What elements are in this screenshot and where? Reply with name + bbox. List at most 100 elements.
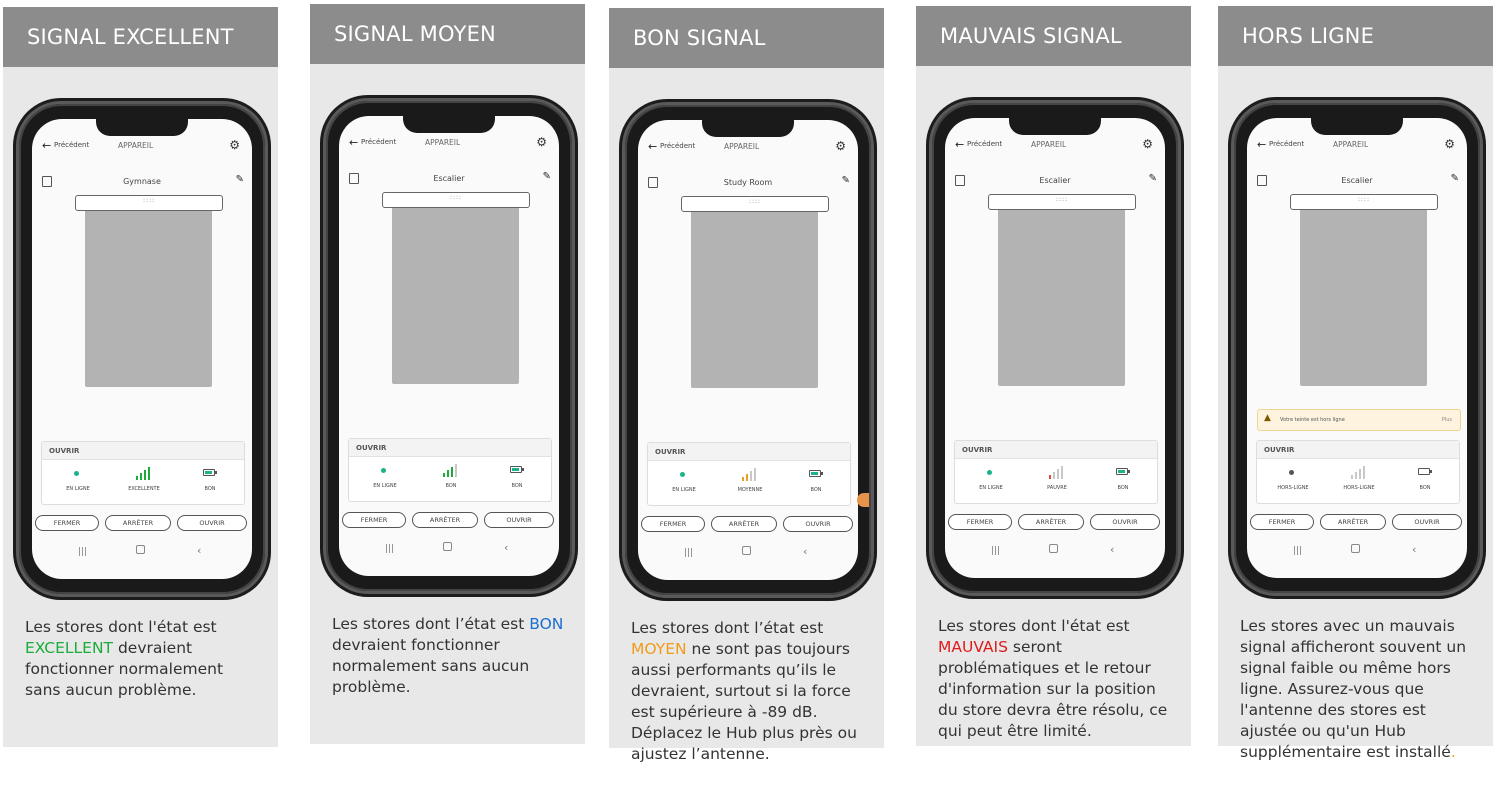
back-button-label[interactable]: Précédent	[967, 140, 1002, 148]
battery-icon	[510, 466, 524, 473]
back-arrow-icon[interactable]: ←	[42, 139, 51, 152]
stop-button[interactable]: ARRÊTER	[711, 516, 777, 532]
home-icon[interactable]	[1049, 544, 1058, 553]
back-arrow-icon[interactable]: ←	[349, 136, 358, 149]
shade-preview[interactable]	[1300, 210, 1427, 386]
gear-icon[interactable]: ⚙	[229, 138, 240, 152]
open-button[interactable]: OUVRIR	[484, 512, 554, 528]
app-header: ← Précédent APPAREIL ⚙	[339, 134, 559, 154]
open-button[interactable]: OUVRIR	[783, 516, 853, 532]
close-button[interactable]: FERMER	[948, 514, 1012, 530]
room-name: Gymnase	[123, 177, 161, 186]
signal-bar	[742, 477, 744, 481]
home-icon[interactable]	[136, 545, 145, 554]
back-arrow-icon[interactable]: ←	[648, 140, 657, 153]
close-button[interactable]: FERMER	[641, 516, 705, 532]
status-panel: OUVRIR EN LIGNE BON BON	[348, 438, 552, 502]
gear-icon[interactable]: ⚙	[1142, 137, 1153, 151]
description-text-end: devraient fonctionner normalement sans a…	[332, 636, 530, 696]
back-button-label[interactable]: Précédent	[361, 138, 396, 146]
connection-label: EN LIGNE	[66, 486, 90, 492]
back-arrow-icon[interactable]: ←	[1257, 138, 1266, 151]
home-icon[interactable]	[443, 542, 452, 551]
back-nav-icon[interactable]: ‹	[504, 541, 508, 554]
room-name: Escalier	[1039, 176, 1071, 185]
recent-apps-icon[interactable]: |||	[1293, 546, 1302, 556]
back-button-label[interactable]: Précédent	[54, 141, 89, 149]
gear-icon[interactable]: ⚙	[1444, 137, 1455, 151]
shade-preview[interactable]	[998, 210, 1125, 386]
close-button[interactable]: FERMER	[1250, 514, 1314, 530]
stop-button[interactable]: ARRÊTER	[412, 512, 478, 528]
signal-bar	[1351, 475, 1353, 479]
back-nav-icon[interactable]: ‹	[197, 544, 201, 557]
back-button-label[interactable]: Précédent	[1269, 140, 1304, 148]
back-nav-icon[interactable]: ‹	[1110, 543, 1114, 556]
signal-bar	[754, 468, 756, 481]
pencil-icon[interactable]: ✎	[1451, 173, 1459, 184]
control-buttons: FERMER ARRÊTER OUVRIR	[342, 512, 556, 528]
connection-dot-icon	[1289, 470, 1294, 475]
recent-apps-icon[interactable]: |||	[385, 544, 394, 554]
back-nav-icon[interactable]: ‹	[803, 545, 807, 558]
signal-bar	[1057, 469, 1059, 479]
pencil-icon[interactable]: ✎	[842, 175, 850, 186]
open-button[interactable]: OUVRIR	[1090, 514, 1160, 530]
room-name: Study Room	[723, 178, 773, 187]
back-button-label[interactable]: Précédent	[660, 142, 695, 150]
gear-icon[interactable]: ⚙	[835, 139, 846, 153]
signal-bar	[144, 470, 146, 480]
status-highlight: MAUVAIS	[938, 638, 1008, 656]
description-text: Les stores dont l’état est	[332, 615, 530, 633]
recent-apps-icon[interactable]: |||	[78, 547, 87, 557]
android-nav-bar: ||| ‹	[945, 543, 1165, 563]
floating-side-button[interactable]	[857, 493, 869, 507]
phone-notch	[403, 116, 495, 133]
card-description: Les stores dont l'état est MAUVAIS seron…	[938, 616, 1173, 742]
home-icon[interactable]	[742, 546, 751, 555]
control-buttons: FERMER ARRÊTER OUVRIR	[641, 516, 855, 532]
stop-button[interactable]: ARRÊTER	[1320, 514, 1386, 530]
shade-preview[interactable]	[392, 208, 519, 384]
back-arrow-icon[interactable]: ←	[955, 138, 964, 151]
description-text: Les stores dont l'état est	[938, 617, 1130, 635]
offline-alert[interactable]: ▲ Votre teinte est hors ligne Plus	[1257, 409, 1461, 431]
shade-preview[interactable]	[691, 212, 818, 388]
close-button[interactable]: FERMER	[35, 515, 99, 531]
battery-icon	[1418, 468, 1432, 475]
signal-bar	[443, 473, 445, 477]
recent-apps-icon[interactable]: |||	[991, 546, 1000, 556]
card-title: BON SIGNAL	[609, 8, 884, 68]
battery-label: BON	[810, 487, 822, 493]
stop-button[interactable]: ARRÊTER	[105, 515, 171, 531]
status-panel-title: OUVRIR	[1257, 441, 1459, 459]
card-description: Les stores dont l'état est EXCELLENT dev…	[25, 617, 260, 701]
signal-bars-icon	[443, 463, 459, 477]
pencil-icon[interactable]: ✎	[543, 171, 551, 182]
signal-bars-icon	[1351, 465, 1367, 479]
shade-preview[interactable]	[85, 211, 212, 387]
status-highlight: MOYEN	[631, 640, 687, 658]
alert-more-link[interactable]: Plus	[1442, 417, 1452, 423]
description-text-end: ne sont pas toujours aussi performants q…	[631, 640, 857, 763]
signal-card-5: HORS LIGNE ← Précédent APPAREIL ⚙ Escali…	[1218, 6, 1493, 761]
recent-apps-icon[interactable]: |||	[684, 548, 693, 558]
card-title: SIGNAL EXCELLENT	[3, 7, 278, 67]
stop-button[interactable]: ARRÊTER	[1018, 514, 1084, 530]
open-button[interactable]: OUVRIR	[177, 515, 247, 531]
gear-icon[interactable]: ⚙	[536, 135, 547, 149]
phone-screen: ← Précédent APPAREIL ⚙ Escalier ✎ :::: ▲…	[1247, 118, 1467, 578]
battery-label: BON	[1117, 485, 1129, 491]
signal-bar	[1049, 475, 1051, 479]
signal-bars-icon	[1049, 465, 1065, 479]
pencil-icon[interactable]: ✎	[1149, 173, 1157, 184]
open-button[interactable]: OUVRIR	[1392, 514, 1462, 530]
battery-icon	[203, 469, 217, 476]
card-title: MAUVAIS SIGNAL	[916, 6, 1191, 66]
pencil-icon[interactable]: ✎	[236, 174, 244, 185]
room-row: Escalier ✎	[945, 173, 1165, 191]
back-nav-icon[interactable]: ‹	[1412, 543, 1416, 556]
rail-dots: ::::	[1357, 196, 1371, 203]
home-icon[interactable]	[1351, 544, 1360, 553]
close-button[interactable]: FERMER	[342, 512, 406, 528]
